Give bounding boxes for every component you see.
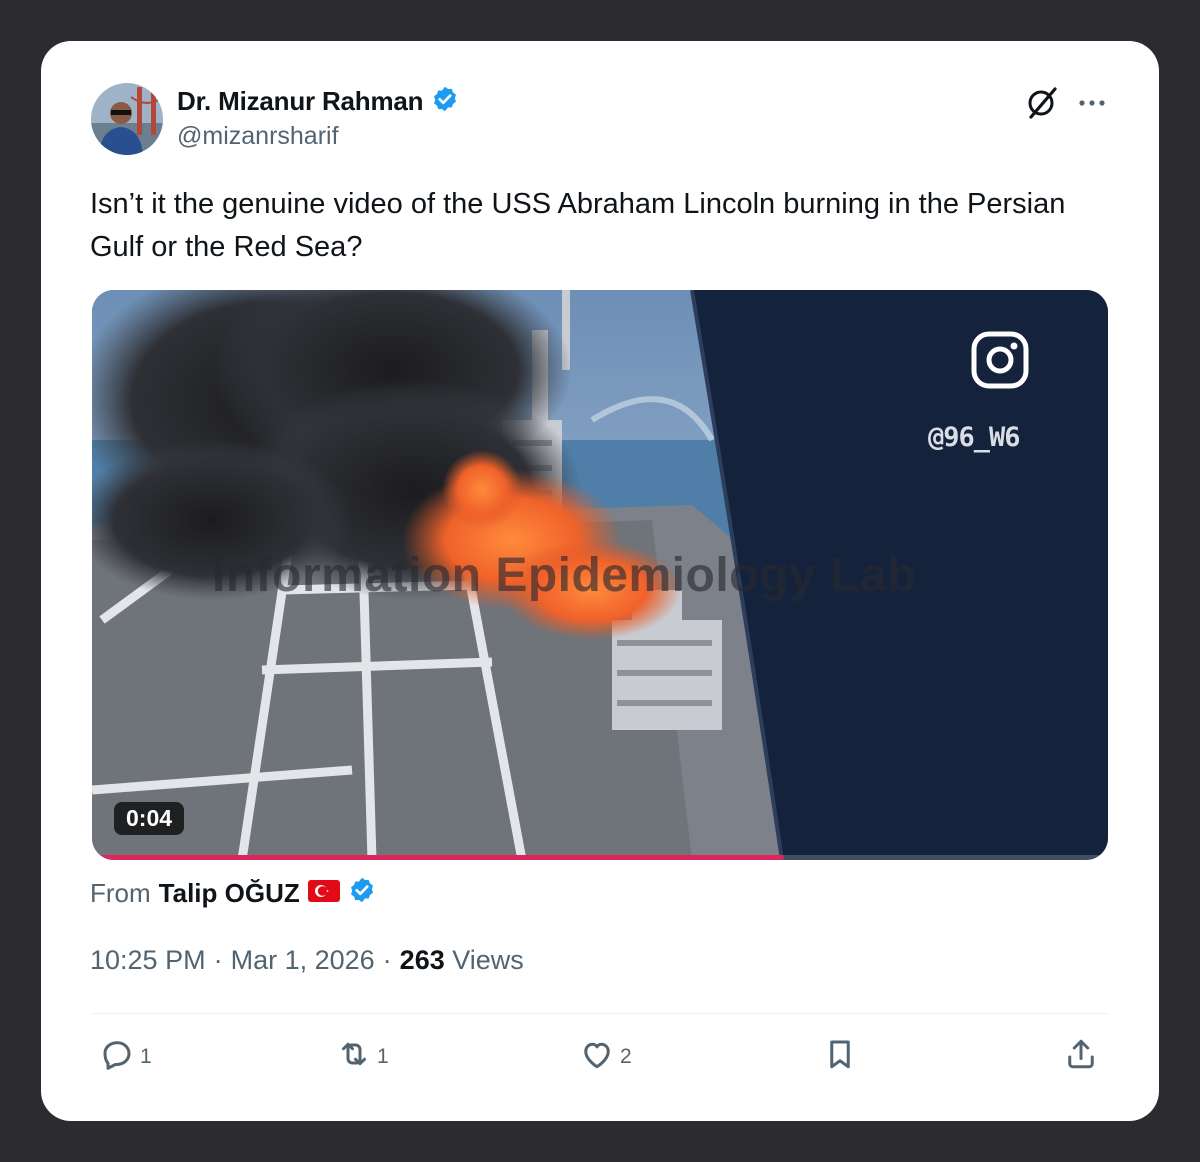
views-label: Views xyxy=(452,945,524,975)
tweet-text: Isn’t it the genuine video of the USS Ab… xyxy=(90,188,1066,263)
meta-separator: · xyxy=(382,945,392,975)
video-player[interactable]: @96_W6 Information Epidemiology Lab 0:04 xyxy=(92,290,1108,860)
divider xyxy=(91,1013,1109,1014)
turkey-flag-icon xyxy=(307,878,340,909)
video-overlay-handle: @96_W6 xyxy=(928,422,1021,453)
tweet-card: Dr. Mizanur Rahman @mizanrsharif Isn’t i… xyxy=(41,41,1159,1121)
source-name[interactable]: Talip OĞUZ xyxy=(159,878,300,909)
repost-button[interactable]: 1 xyxy=(336,1036,389,1078)
reply-count: 1 xyxy=(140,1045,152,1068)
video-progress-bar[interactable] xyxy=(92,855,1108,860)
reply-icon xyxy=(99,1036,135,1078)
views-count: 263 xyxy=(399,945,445,975)
more-icon[interactable] xyxy=(1077,91,1107,115)
like-count: 2 xyxy=(620,1045,632,1068)
tweet-date[interactable]: Mar 1, 2026 xyxy=(231,945,375,976)
source-from-label: From xyxy=(90,878,151,908)
share-button[interactable] xyxy=(1063,1036,1099,1078)
instagram-icon xyxy=(970,330,1030,390)
tweet-time[interactable]: 10:25 PM xyxy=(90,945,206,976)
author-display-name[interactable]: Dr. Mizanur Rahman xyxy=(177,86,424,117)
heart-icon xyxy=(579,1036,615,1078)
watermark-text: Information Epidemiology Lab xyxy=(212,549,917,602)
repost-count: 1 xyxy=(377,1045,389,1068)
like-button[interactable]: 2 xyxy=(579,1036,632,1078)
share-icon xyxy=(1063,1036,1099,1078)
avatar[interactable] xyxy=(91,83,163,155)
grok-icon[interactable] xyxy=(1025,86,1059,120)
bookmark-icon xyxy=(822,1036,858,1078)
source-verified-badge-icon xyxy=(348,876,376,911)
reply-button[interactable]: 1 xyxy=(99,1036,152,1078)
repost-icon xyxy=(336,1036,372,1078)
video-duration-badge: 0:04 xyxy=(114,802,185,835)
author-handle[interactable]: @mizanrsharif xyxy=(177,122,339,151)
bookmark-button[interactable] xyxy=(822,1036,858,1078)
tweet-meta: 10:25 PM · Mar 1, 2026 · 263 Views xyxy=(90,945,524,976)
video-progress-fill xyxy=(92,855,783,860)
verified-badge-icon xyxy=(431,85,459,118)
meta-separator: · xyxy=(213,945,223,975)
